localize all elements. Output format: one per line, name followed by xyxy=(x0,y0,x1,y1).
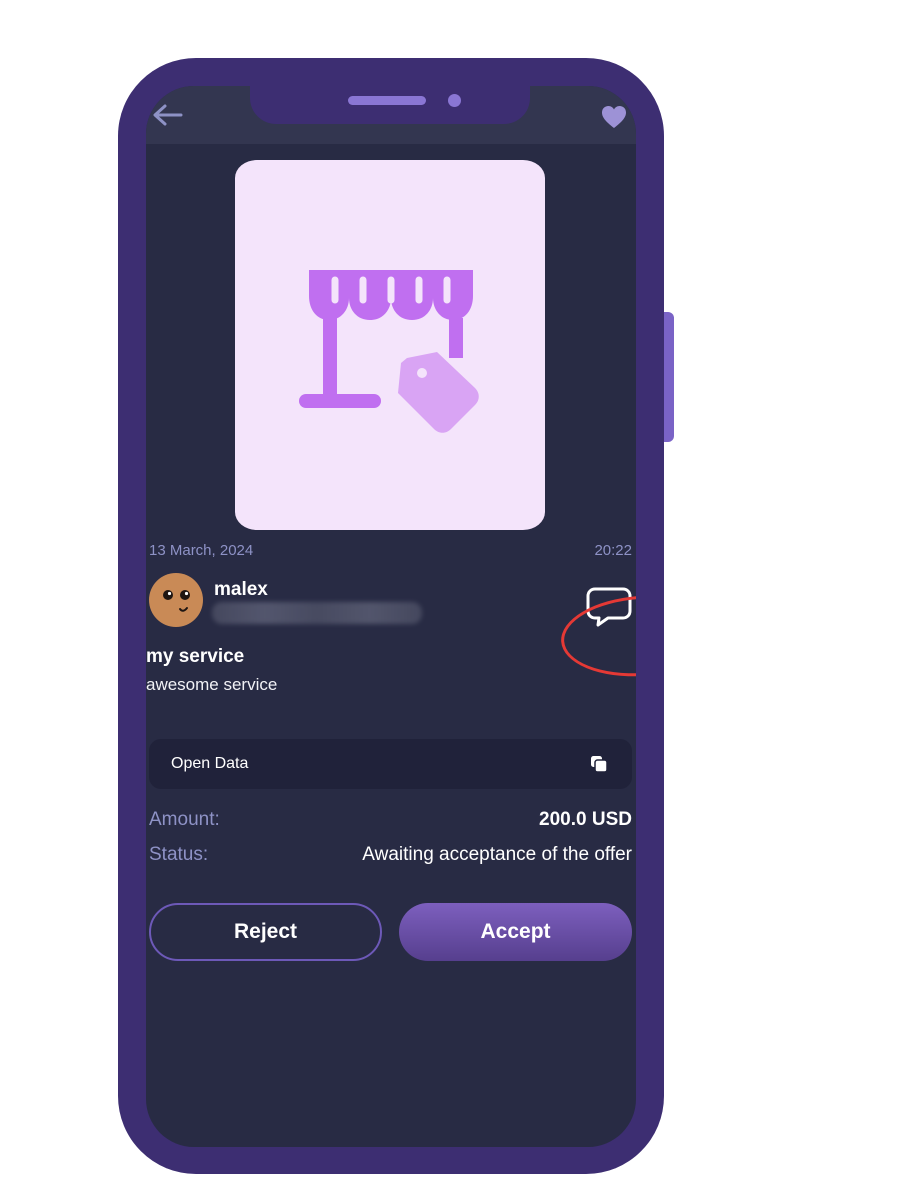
amount-label: Amount: xyxy=(149,809,220,830)
heart-icon[interactable] xyxy=(601,105,627,129)
copy-icon[interactable] xyxy=(590,755,608,773)
avatar[interactable] xyxy=(149,573,203,627)
front-camera xyxy=(448,94,461,107)
amount-value: 200.0 USD xyxy=(539,809,632,830)
offer-date: 13 March, 2024 xyxy=(149,542,254,559)
highlight-annotation xyxy=(558,590,636,682)
arrow-left-icon[interactable] xyxy=(150,100,184,130)
open-data-label: Open Data xyxy=(171,755,249,772)
service-description: awesome service xyxy=(146,675,278,694)
app-screen: 13 March, 2024 20:22 malex my service aw… xyxy=(146,86,636,1147)
service-image xyxy=(235,160,545,530)
open-data-button[interactable]: Open Data xyxy=(149,739,632,789)
storefront-tag-icon xyxy=(299,270,479,433)
service-title: my service xyxy=(146,646,245,667)
user-name: malex xyxy=(214,579,268,600)
offer-time: 20:22 xyxy=(594,542,632,559)
phone-side-button xyxy=(664,312,674,442)
blurred-user-subtitle xyxy=(212,602,422,624)
accept-button[interactable]: Accept xyxy=(399,903,632,961)
reject-button[interactable]: Reject xyxy=(149,903,382,961)
status-label: Status: xyxy=(149,844,209,865)
phone-frame: 13 March, 2024 20:22 malex my service aw… xyxy=(118,58,664,1174)
status-value: Awaiting acceptance of the offer xyxy=(362,844,632,865)
phone-notch xyxy=(250,86,530,124)
speaker-grille xyxy=(348,96,426,105)
